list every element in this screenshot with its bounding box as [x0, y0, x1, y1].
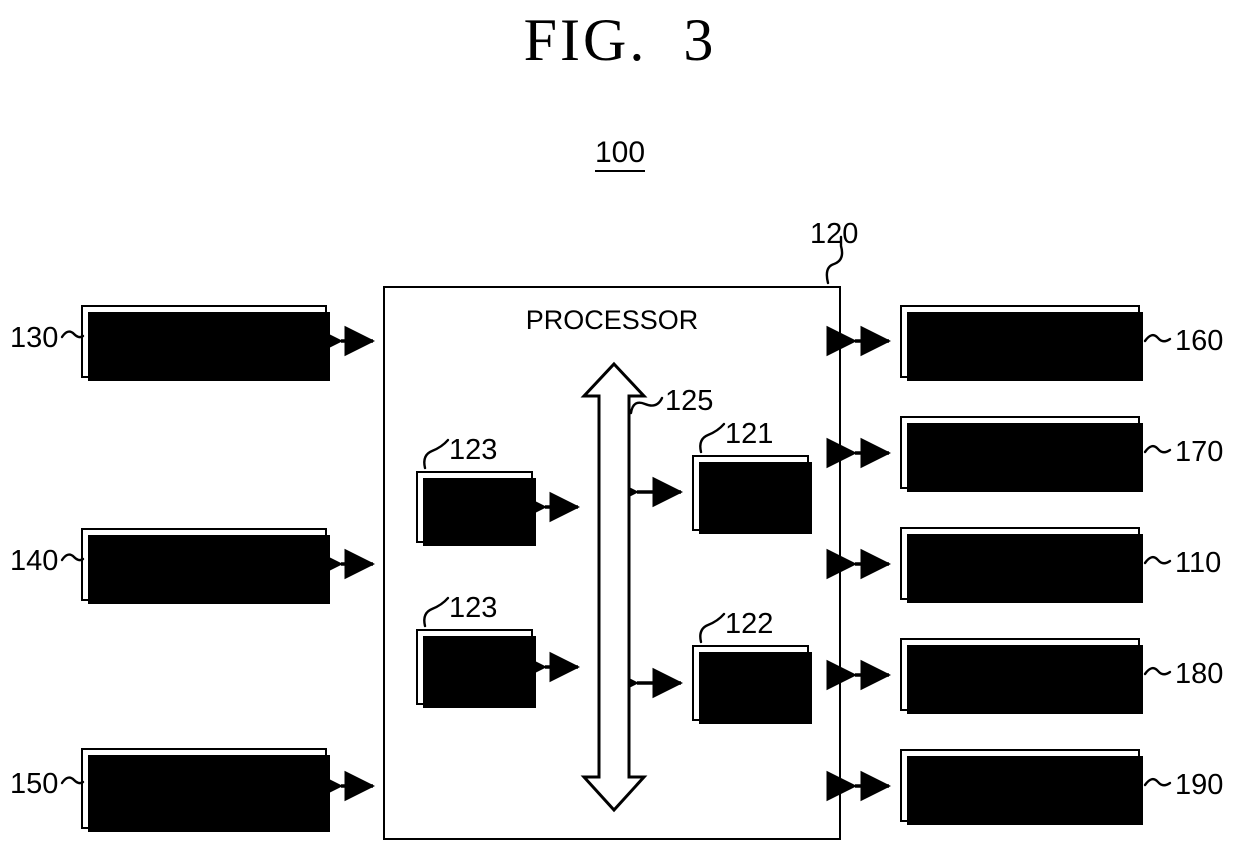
- leader-170: [1143, 444, 1172, 454]
- ref-number-150: 150: [10, 768, 59, 800]
- leader-130: [60, 330, 85, 339]
- ref-number-122-gpu: 122: [725, 608, 774, 640]
- block-cpu[interactable]: CPU: [692, 455, 812, 534]
- ref-number-130: 130: [10, 322, 59, 354]
- block-communicator-label: COMMUNICATOR: [96, 548, 312, 579]
- leader-180: [1143, 666, 1172, 676]
- block-display[interactable]: DISPLAY: [900, 527, 1143, 603]
- block-rom[interactable]: ROM: [416, 471, 536, 546]
- ref-number-160: 160: [1175, 325, 1224, 357]
- block-cpu-label: CPU: [723, 477, 778, 508]
- leader-160: [1143, 333, 1172, 343]
- ref-number-123-rom: 123: [449, 434, 498, 466]
- ref-number-170: 170: [1175, 436, 1224, 468]
- ref-number-180: 180: [1175, 658, 1224, 690]
- ref-number-140: 140: [10, 545, 59, 577]
- ref-number-190: 190: [1175, 769, 1224, 801]
- leader-140: [60, 553, 85, 562]
- figure-title: FIG. 3: [523, 7, 717, 73]
- ref-number-121-cpu: 121: [725, 418, 774, 450]
- block-input-label: INPUT: [165, 325, 243, 356]
- block-cold-air-supplier-label: COLD AIR SUPPLIER: [139, 759, 269, 817]
- leader-150: [60, 776, 85, 785]
- block-memory[interactable]: MEMORY: [900, 749, 1143, 825]
- system-reference-number: 100: [0, 136, 1240, 172]
- ref-number-110: 110: [1175, 547, 1222, 579]
- block-cold-air-supplier[interactable]: COLD AIR SUPPLIER: [81, 748, 330, 832]
- leader-110: [1143, 555, 1172, 565]
- leader-190: [1143, 777, 1172, 787]
- block-sensor-label: SENSOR: [965, 436, 1075, 467]
- block-input[interactable]: INPUT: [81, 305, 330, 381]
- block-communicator[interactable]: COMMUNICATOR: [81, 528, 330, 604]
- block-sensor[interactable]: SENSOR: [900, 416, 1143, 492]
- block-photographer[interactable]: PHOTOGRAPHER: [900, 305, 1143, 381]
- processor-block: [383, 286, 841, 840]
- block-rom-label: ROM: [444, 491, 505, 522]
- block-ram-label: RAM: [445, 651, 504, 682]
- block-photographer-label: PHOTOGRAPHER: [909, 325, 1131, 356]
- block-audio-output-label: AUDIO OUTPUT: [921, 658, 1119, 689]
- processor-label: PROCESSOR: [525, 305, 699, 335]
- ref-number-120: 120: [810, 218, 859, 250]
- ref-number-123-ram: 123: [449, 592, 498, 624]
- block-gpu-label: GPU: [722, 667, 779, 698]
- patent-figure-canvas: FIG. 3 100 PROCESSOR INPUT COMMUNICATOR …: [0, 0, 1240, 854]
- block-ram[interactable]: RAM: [416, 629, 536, 708]
- block-audio-output[interactable]: AUDIO OUTPUT: [900, 638, 1143, 714]
- block-gpu[interactable]: GPU: [692, 645, 812, 724]
- block-display-label: DISPLAY: [966, 547, 1074, 578]
- block-memory-label: MEMORY: [961, 769, 1079, 800]
- ref-number-125: 125: [665, 385, 714, 417]
